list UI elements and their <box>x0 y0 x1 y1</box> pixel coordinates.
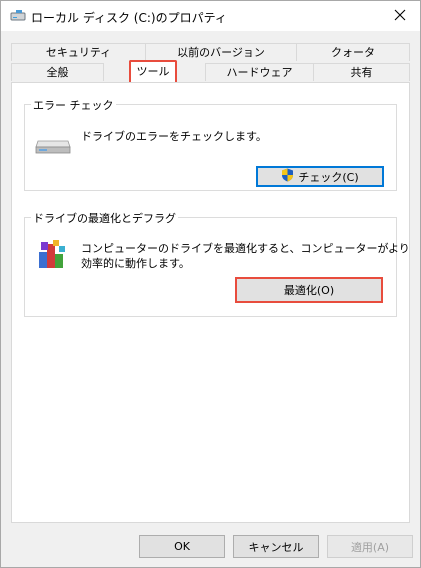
tab-label: セキュリティ <box>45 46 112 59</box>
tab-tools[interactable]: ツール <box>129 60 177 82</box>
ok-button-label: OK <box>174 540 190 553</box>
tab-label: 全般 <box>46 66 69 79</box>
tab-sharing[interactable]: 共有 <box>313 63 410 81</box>
tab-security[interactable]: セキュリティ <box>11 43 146 61</box>
error-check-description: ドライブのエラーをチェックします。 <box>81 130 267 143</box>
hard-drive-icon <box>34 135 72 158</box>
window-title: ローカル ディスク (C:)のプロパティ <box>31 11 227 25</box>
cancel-button[interactable]: キャンセル <box>233 535 319 558</box>
error-check-legend: エラー チェック <box>31 97 116 113</box>
optimize-group: ドライブの最適化とデフラグ コンピューターのドライブを最適化すると、コンピュータ… <box>24 210 410 317</box>
close-button[interactable] <box>380 1 420 31</box>
tab-label: 以前のバージョン <box>177 46 265 59</box>
check-button-label: チェック(C) <box>298 170 359 184</box>
tab-label: クォータ <box>331 46 375 59</box>
optimize-description-line2: 効率的に動作します。 <box>81 257 190 270</box>
properties-window: ローカル ディスク (C:)のプロパティ セキュリティ 以前のバージョン クォー… <box>0 0 421 568</box>
tab-label: 共有 <box>350 66 373 79</box>
apply-button-label: 適用(A) <box>350 540 390 554</box>
cancel-button-label: キャンセル <box>248 540 304 554</box>
title-bar: ローカル ディスク (C:)のプロパティ <box>1 1 420 31</box>
optimize-legend: ドライブの最適化とデフラグ <box>31 210 178 226</box>
apply-button[interactable]: 適用(A) <box>327 535 413 558</box>
error-check-group: エラー チェック ドライブのエラーをチェックします。 チェック(C) <box>24 97 397 191</box>
optimize-description-line1: コンピューターのドライブを最適化すると、コンピューターがより <box>81 242 410 255</box>
defrag-icon <box>37 238 67 275</box>
tab-hardware[interactable]: ハードウェア <box>205 63 314 81</box>
tab-label: ハードウェア <box>226 66 293 79</box>
tab-general[interactable]: 全般 <box>11 63 104 81</box>
ok-button[interactable]: OK <box>139 535 225 558</box>
tab-previous-versions[interactable]: 以前のバージョン <box>145 43 297 61</box>
optimize-button-label: 最適化(O) <box>283 284 335 297</box>
tab-quota[interactable]: クォータ <box>296 43 410 61</box>
optimize-button[interactable]: 最適化(O) <box>235 277 383 303</box>
uac-shield-icon <box>281 168 294 185</box>
tab-label: ツール <box>136 65 170 78</box>
close-icon <box>394 9 406 24</box>
drive-icon <box>10 10 26 22</box>
check-button[interactable]: チェック(C) <box>256 166 384 187</box>
tools-tab-panel: エラー チェック ドライブのエラーをチェックします。 チェック(C) ドライブの… <box>11 82 410 523</box>
